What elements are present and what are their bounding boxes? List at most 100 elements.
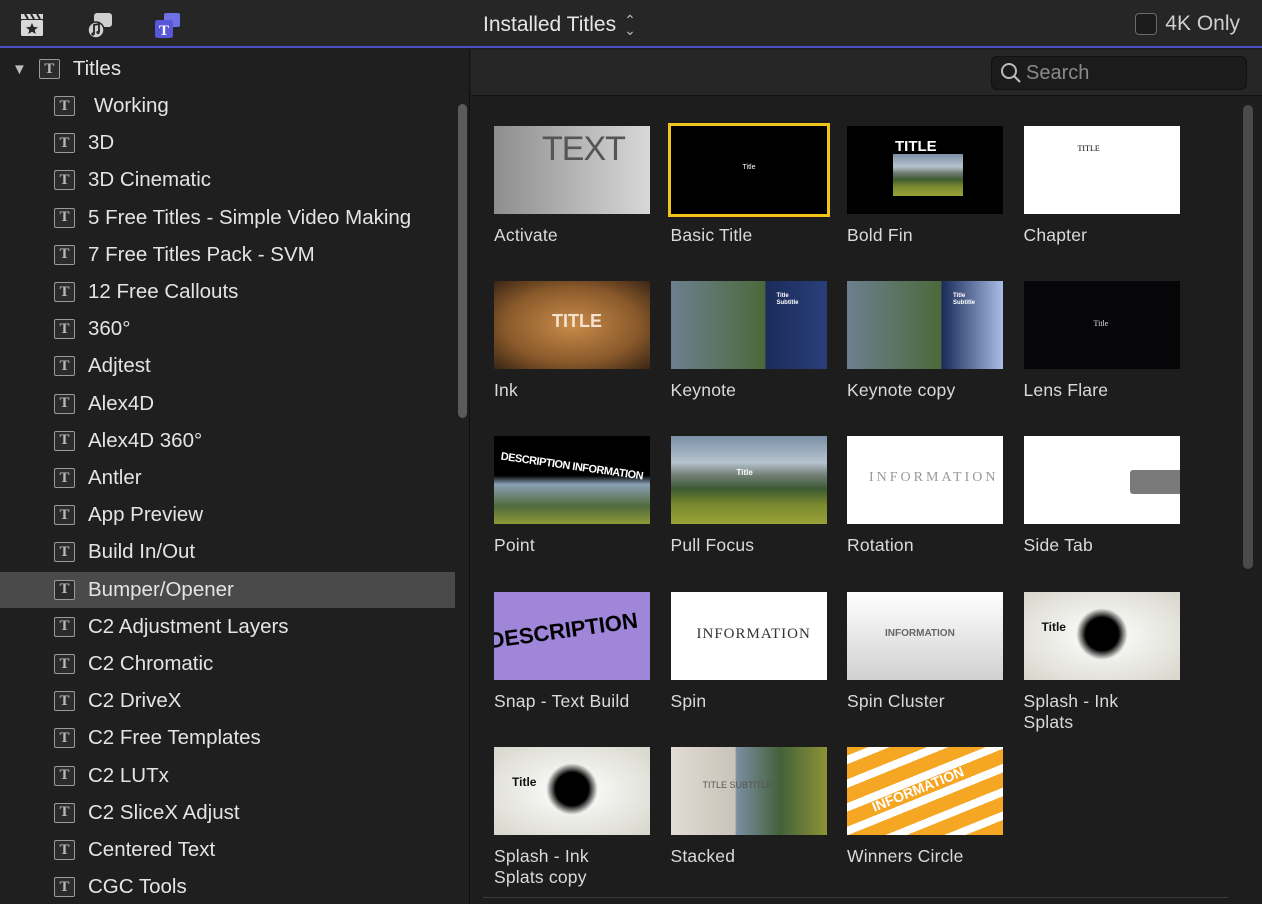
sidebar-item[interactable]: T 3D: [0, 125, 455, 161]
installed-titles-popup[interactable]: Installed Titles ⌃ ⌄: [483, 12, 636, 38]
title-thumbnail[interactable]: Title: [670, 436, 827, 525]
sidebar-item[interactable]: T 12 Free Callouts: [0, 274, 455, 310]
sidebar-item[interactable]: T C2 Chromatic: [0, 646, 455, 682]
thumbnail-text: INFORMATION: [696, 625, 811, 642]
title-tile[interactable]: TEXT Activate: [494, 126, 654, 246]
thumbnail-text: Title: [742, 164, 756, 171]
content-scrollbar[interactable]: [1243, 105, 1253, 569]
title-tile[interactable]: Title Splash - Ink Splats: [1023, 591, 1184, 733]
4k-only-checkbox[interactable]: [1135, 13, 1158, 35]
title-tile[interactable]: TITLE Ink: [494, 281, 654, 401]
title-thumbnail[interactable]: Title: [667, 123, 830, 217]
title-tile[interactable]: Title Splash - Ink Splats copy: [494, 746, 654, 888]
sidebar-root-titles[interactable]: ▼ T Titles: [0, 51, 455, 87]
search-field[interactable]: [991, 56, 1247, 90]
search-input[interactable]: [1026, 61, 1236, 85]
title-tile[interactable]: INFORMATION Rotation: [847, 436, 1007, 556]
title-thumbnail[interactable]: TITLE SUBTITLE: [670, 746, 827, 835]
sidebar-item[interactable]: T C2 SliceX Adjust: [0, 795, 455, 831]
sidebar-scrollbar[interactable]: [458, 104, 467, 418]
disclosure-triangle-icon[interactable]: ▼: [12, 61, 27, 78]
title-thumbnail[interactable]: Title Subtitle: [670, 281, 827, 370]
title-tile-label: Activate: [494, 225, 558, 245]
title-tile[interactable]: Title Subtitle Keynote: [670, 281, 831, 401]
sidebar-item[interactable]: T Alex4D 360°: [0, 423, 455, 459]
title-thumbnail[interactable]: TITLE: [494, 281, 650, 370]
title-thumbnail[interactable]: Title: [494, 746, 650, 835]
title-thumbnail[interactable]: DESCRIPTION: [494, 591, 650, 680]
thumbnail-text: TITLE: [552, 311, 602, 332]
title-tile[interactable]: TITLE SUBTITLE Stacked: [670, 746, 831, 867]
title-tile[interactable]: Side Tab: [1023, 436, 1184, 556]
title-tile[interactable]: TITLE Bold Fin: [847, 126, 1007, 246]
sidebar-item[interactable]: T C2 Adjustment Layers: [0, 609, 455, 645]
sidebar-item[interactable]: T C2 LUTx: [0, 758, 455, 794]
sidebar-item[interactable]: T 5 Free Titles - Simple Video Making: [0, 200, 455, 236]
sidebar-item-label: 3D: [88, 131, 115, 155]
title-thumbnail[interactable]: INFORMATION: [847, 436, 1003, 525]
title-thumbnail[interactable]: INFORMATION: [847, 591, 1003, 680]
title-tile[interactable]: INFORMATION Spin: [670, 591, 831, 712]
title-tile-label: Pull Focus: [670, 535, 755, 556]
title-tile[interactable]: INFORMATION Spin Cluster: [847, 591, 1007, 712]
title-tile-label: Chapter: [1023, 225, 1088, 245]
titles-browser: TEXT Activate Title Basic Title TITLE Bold Fi…: [471, 50, 1262, 904]
title-tile-label: Snap - Text Build: [494, 690, 630, 711]
clapper-star-icon[interactable]: [16, 9, 48, 41]
sidebar-item[interactable]: T Centered Text: [0, 832, 455, 868]
title-thumbnail[interactable]: Title: [1023, 281, 1180, 370]
title-tile-label: Keynote: [670, 380, 737, 401]
title-icon: T: [54, 505, 75, 526]
title-thumbnail[interactable]: Title: [1023, 591, 1180, 680]
photos-music-icon[interactable]: [84, 9, 116, 41]
sidebar-item[interactable]: T Build In/Out: [0, 534, 455, 570]
title-thumbnail[interactable]: [1023, 436, 1180, 525]
title-tile[interactable]: Title Lens Flare: [1023, 281, 1184, 401]
title-icon: T: [54, 616, 75, 637]
title-tile[interactable]: Title Basic Title: [667, 123, 831, 246]
sidebar-item[interactable]: T 7 Free Titles Pack - SVM: [0, 237, 455, 273]
sidebar-item[interactable]: T 360°: [0, 311, 455, 347]
sidebar-item[interactable]: T Antler: [0, 460, 455, 496]
title-thumbnail[interactable]: Title Subtitle: [847, 281, 1003, 370]
title-thumbnail[interactable]: DESCRIPTION INFORMATION: [494, 436, 650, 525]
thumbnail-art: [1075, 607, 1128, 660]
sidebar-item-label: Adjtest: [88, 354, 151, 378]
title-thumbnail[interactable]: INFORMATION: [670, 591, 827, 680]
title-tile-label: Winners Circle: [847, 845, 964, 866]
sidebar-item-label: CGC Tools: [88, 875, 187, 899]
title-tile-label: Spin Cluster: [847, 690, 945, 711]
sidebar-item[interactable]: T C2 DriveX: [0, 683, 455, 719]
sidebar-item[interactable]: T Alex4D: [0, 386, 455, 422]
sidebar-item-label: 12 Free Callouts: [88, 280, 239, 303]
sidebar-item[interactable]: T App Preview: [0, 497, 455, 533]
title-icon: T: [54, 765, 75, 786]
sidebar-item[interactable]: T Adjtest: [0, 348, 455, 384]
4k-only-toggle[interactable]: 4K Only: [1135, 12, 1240, 36]
title-tile[interactable]: DESCRIPTION INFORMATION Point: [494, 436, 654, 556]
titles-generators-icon[interactable]: T: [152, 9, 184, 41]
thumbnail-art: [1129, 470, 1180, 495]
sidebar-item[interactable]: T CGC Tools: [0, 869, 455, 904]
thumbnail-art: [893, 154, 963, 196]
thumbnail-text: Title: [1041, 619, 1066, 634]
title-tile-label: Keynote copy: [847, 380, 956, 401]
sidebar-item-label: C2 DriveX: [88, 689, 182, 713]
title-icon: T: [54, 170, 75, 191]
title-thumbnail[interactable]: INFORMATION: [847, 746, 1003, 835]
sidebar-item[interactable]: T Working: [0, 88, 455, 124]
sidebar-item-label: Working: [94, 94, 169, 117]
sidebar-item[interactable]: T C2 Free Templates: [0, 720, 455, 756]
title-tile[interactable]: Title Subtitle Keynote copy: [847, 281, 1007, 401]
sidebar-item[interactable]: T Bumper/Opener: [0, 571, 455, 608]
title-thumbnail[interactable]: TITLE: [1023, 126, 1180, 214]
title-thumbnail[interactable]: TEXT: [494, 126, 650, 214]
title-thumbnail[interactable]: TITLE: [847, 126, 1003, 214]
title-tile[interactable]: DESCRIPTION Snap - Text Build: [494, 591, 654, 712]
title-tile[interactable]: Title Pull Focus: [670, 436, 831, 556]
thumbnail-text: Title: [512, 774, 537, 789]
title-tile[interactable]: INFORMATION Winners Circle: [847, 746, 1007, 867]
title-tile[interactable]: TITLE Chapter: [1023, 126, 1184, 246]
title-icon: T: [54, 840, 75, 860]
sidebar-item[interactable]: T 3D Cinematic: [0, 162, 455, 198]
